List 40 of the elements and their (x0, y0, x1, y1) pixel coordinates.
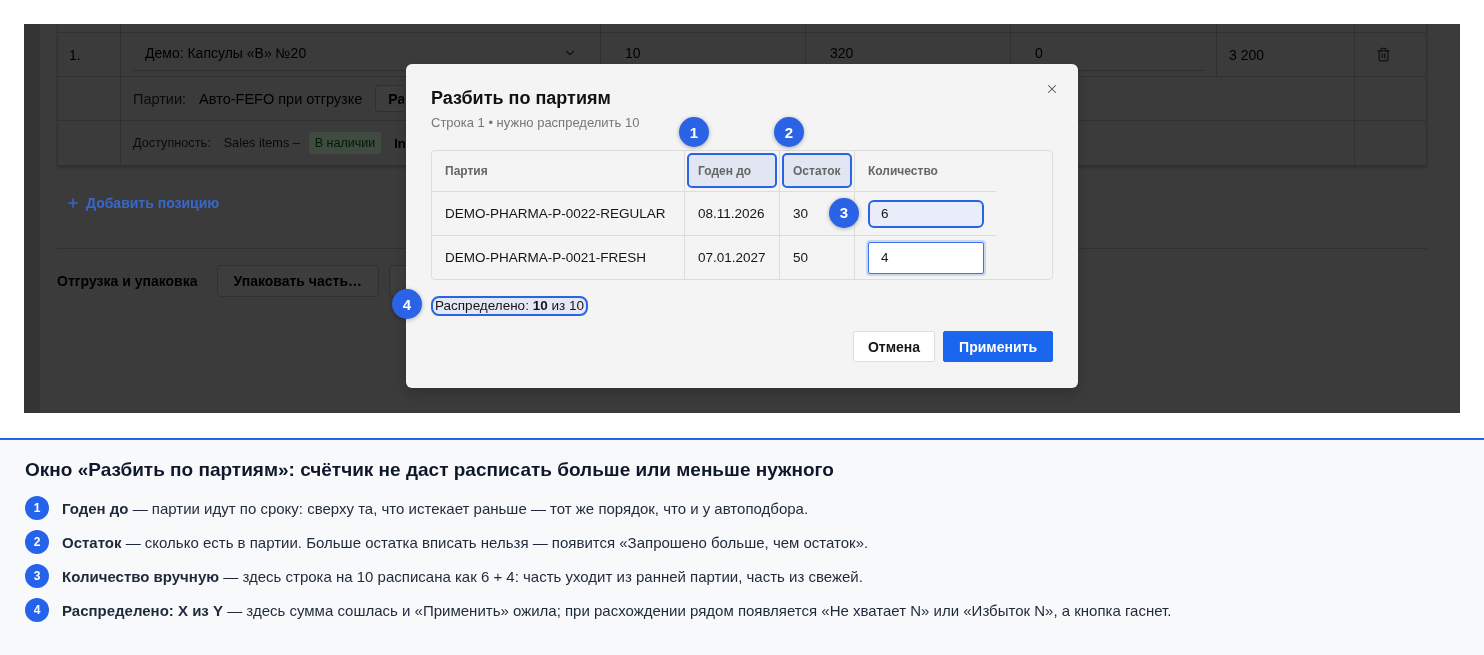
callout-number: 4 (392, 289, 422, 319)
quantity-input[interactable]: 4 (868, 241, 984, 274)
section-title: Отгрузка и упаковка (57, 273, 198, 289)
availability-source: In (394, 135, 406, 151)
allocation-counter: Распределено: 10 из 10 (431, 296, 588, 316)
step-number: 3 (25, 564, 49, 588)
note-text: Распределено: X из Y — здесь сумма сошлась и «Применить» ожила; при расхождении рядом появляется «Не хватает N» или «Избыток N», а кнопка гаснет. (62, 601, 1172, 619)
close-icon[interactable] (1045, 82, 1059, 96)
column-header: Остаток (782, 153, 852, 188)
quantity-input[interactable]: 6 (868, 199, 984, 228)
step-number: 4 (25, 598, 49, 622)
cancel-button[interactable]: Отмена (852, 331, 936, 362)
batch-code: DEMO-PHARMA-P-0021-FRESH (445, 250, 647, 265)
expiry-date: 07.01.2027 (698, 250, 766, 265)
apply-button[interactable]: Применить (943, 331, 1053, 362)
batches-mode: Авто-FEFO при отгрузке (199, 90, 363, 107)
stock-amount: 50 (793, 250, 809, 265)
dialog-subtitle: Строка 1 • нужно распределить 10 (431, 114, 641, 132)
pack-button[interactable]: Упаковать часть… (216, 265, 379, 297)
column-header: Годен до (687, 153, 777, 188)
stock-badge: В наличии (308, 132, 382, 154)
add-item-link[interactable]: Добавить позицию (66, 193, 220, 213)
plus-icon (66, 196, 80, 210)
callout-number: 1 (679, 117, 709, 147)
line-total: 3 200 (1229, 46, 1265, 63)
step-number: 1 (25, 496, 49, 520)
row-number: 1. (69, 46, 81, 63)
note-text: Годен до — партии идут по сроку: сверху та, что истекает раньше — тот же порядок, что и у автоподбора. (62, 499, 809, 517)
column-header: Партия (444, 162, 489, 180)
stock-amount: 30 (793, 206, 809, 221)
dialog-title: Разбить по партиям (431, 87, 611, 109)
expiry-date: 08.11.2026 (698, 206, 765, 221)
step-number: 2 (25, 530, 49, 554)
note-text: Остаток — сколько есть в партии. Больше остатка вписать нельзя — появится «Запрошено больше, чем остаток». (62, 533, 869, 551)
notes-title: Окно «Разбить по партиям»: счётчик не даст расписать больше или меньше нужного (25, 459, 835, 481)
column-header: Количество (867, 162, 939, 180)
callout-number: 3 (829, 197, 859, 228)
batch-code: DEMO-PHARMA-P-0022-REGULAR (445, 206, 666, 221)
note-text: Количество вручную — здесь строка на 10 расписана как 6 + 4: часть уходит из ранней партии, часть из свежей. (62, 567, 863, 585)
callout-number: 2 (774, 117, 804, 147)
